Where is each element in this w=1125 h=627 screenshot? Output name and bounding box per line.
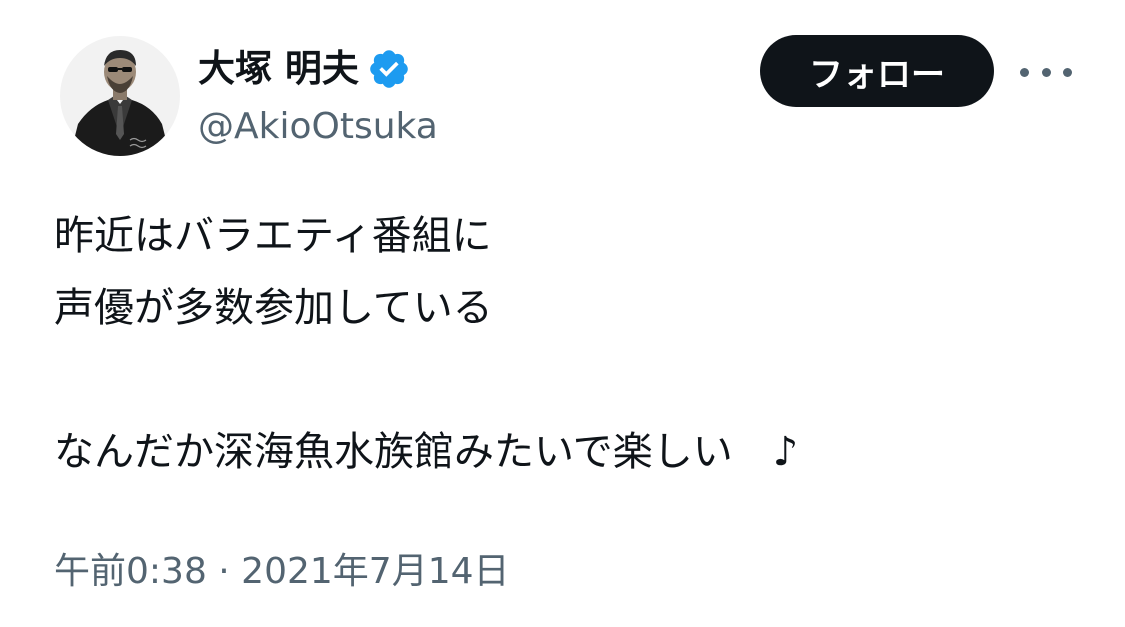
tweet-line: 昨近はバラエティ番組に bbox=[54, 213, 492, 259]
tweet-text: 昨近はバラエティ番組に 声優が多数参加している なんだか深海魚水族館みたいで楽し… bbox=[54, 200, 1074, 488]
tweet-line: 声優が多数参加している bbox=[54, 285, 493, 331]
more-dot bbox=[1041, 67, 1051, 77]
handle[interactable]: @AkioOtsuka bbox=[198, 102, 438, 152]
verified-badge-icon bbox=[370, 50, 408, 88]
more-dot bbox=[1063, 67, 1072, 77]
follow-button[interactable]: フォロー bbox=[760, 35, 994, 107]
more-options-icon[interactable] bbox=[1020, 52, 1072, 92]
display-name[interactable]: 大塚 明夫 bbox=[198, 42, 359, 96]
name-row: 大塚 明夫 bbox=[198, 42, 411, 96]
more-dot bbox=[1020, 67, 1029, 77]
profile-photo bbox=[60, 36, 180, 156]
tweet-timestamp[interactable]: 午前0:38 · 2021年7月14日 bbox=[54, 540, 510, 604]
tweet-line: なんだか深海魚水族館みたいで楽しい ♪ bbox=[54, 429, 799, 475]
avatar[interactable] bbox=[60, 36, 180, 156]
